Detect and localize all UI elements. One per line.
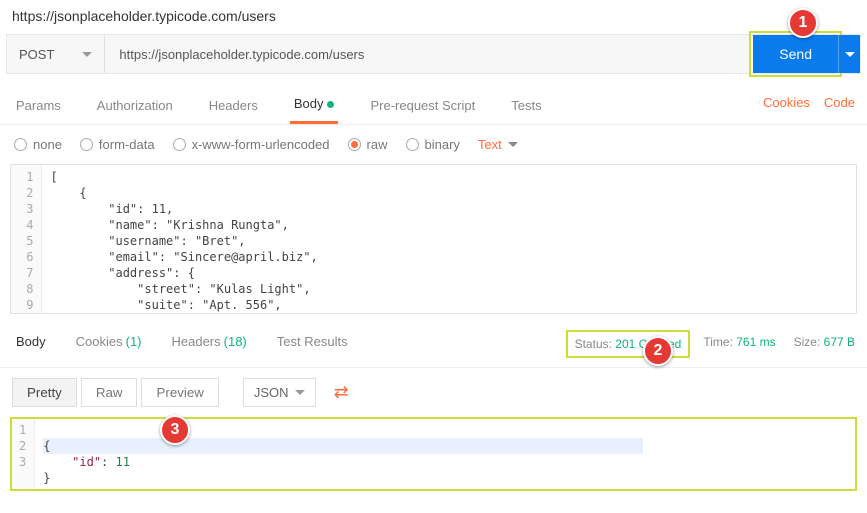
- url-input[interactable]: https://jsonplaceholder.typicode.com/use…: [105, 35, 753, 73]
- radio-binary[interactable]: binary: [406, 137, 460, 152]
- http-method-label: POST: [19, 47, 54, 62]
- response-format-dropdown[interactable]: JSON: [243, 378, 316, 407]
- dot-indicator-icon: [327, 101, 334, 108]
- editor-code[interactable]: [ { "id": 11, "name": "Krishna Rungta", …: [42, 165, 325, 313]
- response-size: Size: 677 B: [794, 335, 855, 353]
- editor-gutter: 1 2 3 4 5 6 7 8 9 10 11: [11, 165, 42, 313]
- radio-xwww[interactable]: x-www-form-urlencoded: [173, 137, 330, 152]
- resp-editor-code: { "id": 11 }: [35, 418, 651, 490]
- request-title: https://jsonplaceholder.typicode.com/use…: [0, 0, 867, 34]
- send-dropdown[interactable]: [838, 35, 860, 73]
- radio-raw[interactable]: raw: [348, 137, 388, 152]
- request-body-editor[interactable]: 1 2 3 4 5 6 7 8 9 10 11 [ { "id": 11, "n…: [10, 164, 857, 314]
- view-pretty[interactable]: Pretty: [12, 378, 77, 407]
- resp-tab-headers[interactable]: Headers(18): [168, 328, 251, 359]
- response-view-bar: Pretty Raw Preview JSON ⇄: [0, 368, 867, 417]
- wrap-lines-icon[interactable]: ⇄: [334, 382, 349, 403]
- tab-body[interactable]: Body: [290, 90, 339, 124]
- annotation-1: 1: [788, 8, 818, 38]
- body-type-options: none form-data x-www-form-urlencoded raw…: [0, 125, 867, 164]
- view-raw[interactable]: Raw: [81, 378, 138, 407]
- response-body-editor[interactable]: 1 2 3 { "id": 11 }: [10, 417, 857, 491]
- response-tabs: Body Cookies(1) Headers(18) Test Results…: [0, 314, 867, 368]
- radio-form-data[interactable]: form-data: [80, 137, 155, 152]
- tab-headers[interactable]: Headers: [205, 92, 262, 123]
- annotation-2: 2: [643, 336, 673, 366]
- http-method-select[interactable]: POST: [7, 35, 105, 73]
- send-button[interactable]: Send: [753, 35, 838, 73]
- chevron-down-icon: [508, 142, 518, 147]
- link-cookies[interactable]: Cookies: [763, 95, 810, 110]
- resp-tab-tests[interactable]: Test Results: [273, 328, 352, 359]
- radio-none[interactable]: none: [14, 137, 62, 152]
- chevron-down-icon: [845, 52, 855, 57]
- content-type-dropdown[interactable]: Text: [478, 137, 518, 152]
- resp-editor-gutter: 1 2 3: [11, 418, 35, 490]
- chevron-down-icon: [82, 52, 92, 57]
- chevron-down-icon: [295, 390, 305, 395]
- tab-tests[interactable]: Tests: [507, 92, 545, 123]
- annotation-3: 3: [160, 415, 190, 445]
- response-time: Time: 761 ms: [703, 335, 775, 353]
- tab-params[interactable]: Params: [12, 92, 65, 123]
- link-code[interactable]: Code: [824, 95, 855, 110]
- resp-tab-cookies[interactable]: Cookies(1): [72, 328, 146, 359]
- resp-tab-body[interactable]: Body: [12, 328, 50, 359]
- view-preview[interactable]: Preview: [141, 378, 218, 407]
- request-tabs: Params Authorization Headers Body Pre-re…: [0, 74, 867, 125]
- request-bar: POST https://jsonplaceholder.typicode.co…: [6, 34, 861, 74]
- tab-authorization[interactable]: Authorization: [93, 92, 177, 123]
- tab-body-label: Body: [294, 96, 324, 111]
- tab-prerequest[interactable]: Pre-request Script: [366, 92, 479, 123]
